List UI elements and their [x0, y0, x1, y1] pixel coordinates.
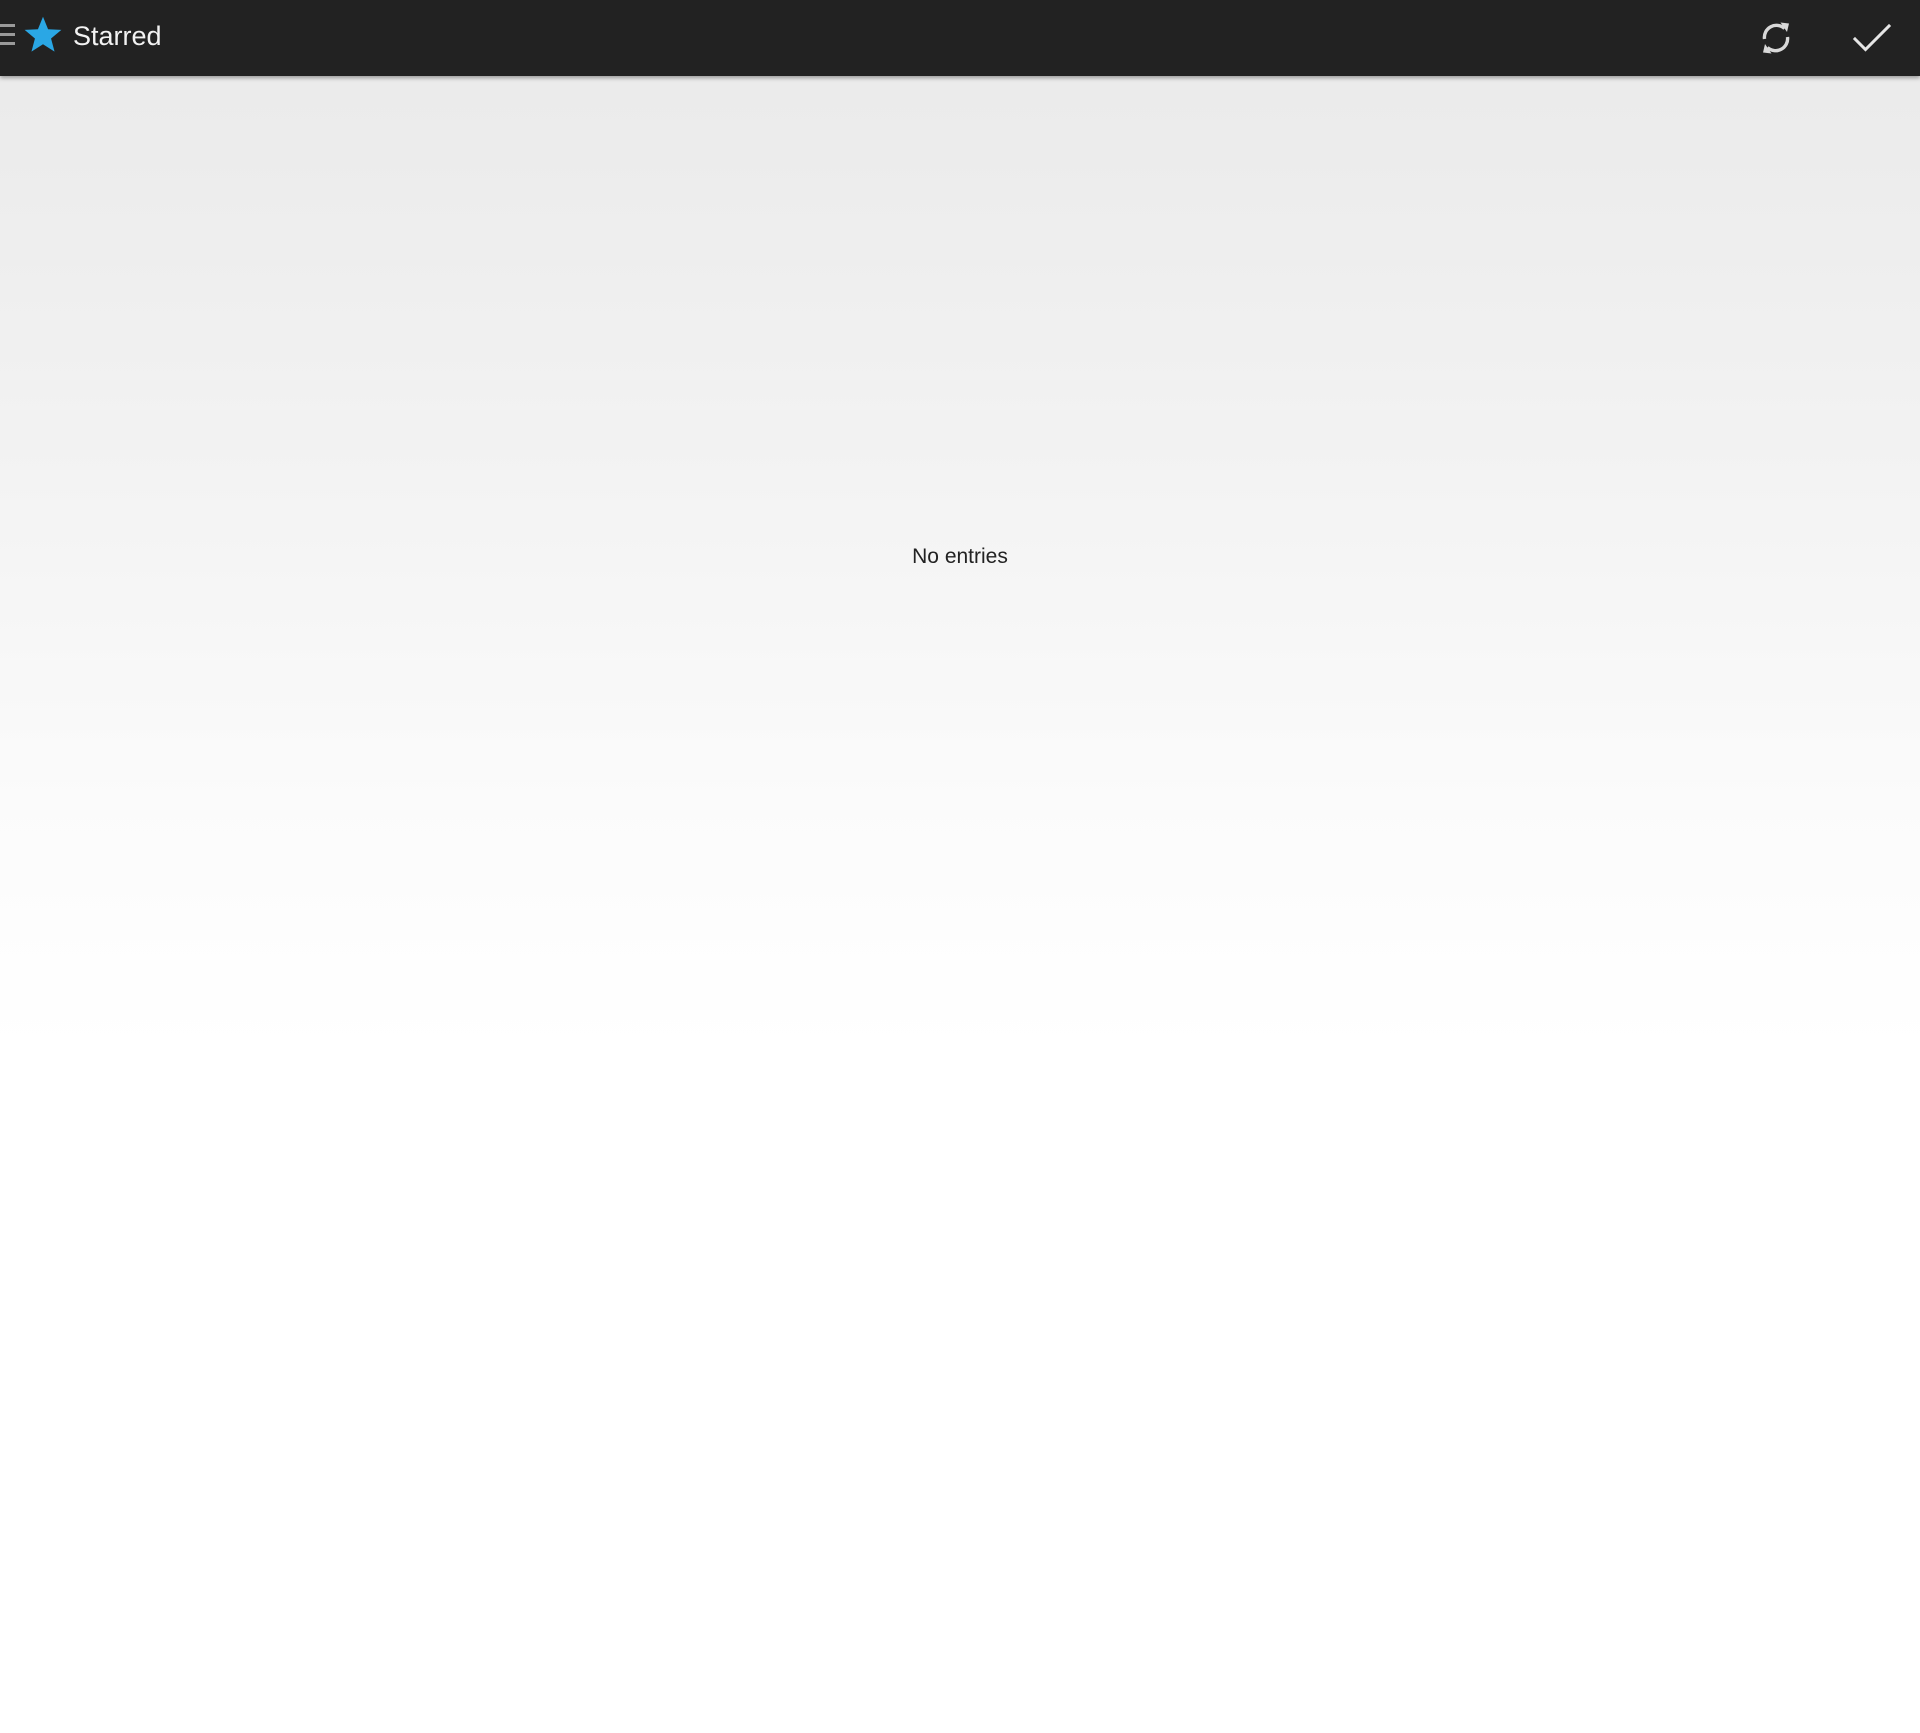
- page-title: Starred: [73, 21, 162, 51]
- action-bar: Starred: [0, 0, 1920, 76]
- mark-all-read-button[interactable]: [1824, 0, 1920, 76]
- empty-state-message: No entries: [912, 545, 1008, 568]
- star-icon[interactable]: [22, 14, 64, 56]
- check-icon: [1852, 23, 1892, 52]
- app-window: Starred No entries: [0, 0, 1920, 1733]
- menu-icon[interactable]: [0, 24, 16, 48]
- refresh-icon: [1762, 22, 1790, 54]
- refresh-button[interactable]: [1728, 0, 1824, 76]
